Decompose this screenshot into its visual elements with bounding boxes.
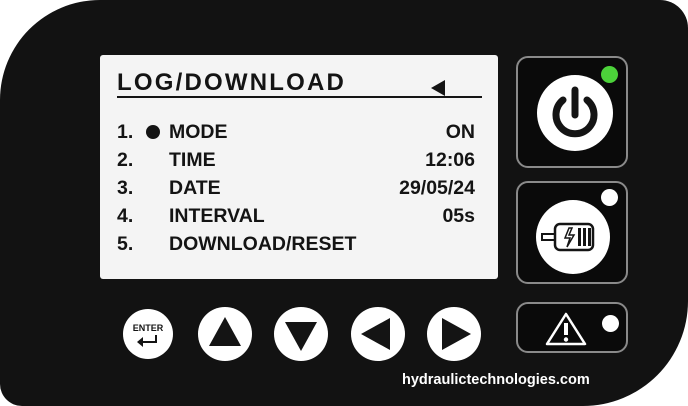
power-icon [552, 86, 598, 138]
menu-item-value: ON [445, 121, 475, 143]
motor-icon [541, 222, 595, 252]
menu-item-label: DATE [169, 177, 221, 199]
menu-item-date[interactable]: 3. DATE 29/05/24 [117, 177, 475, 203]
menu-item-number: 4. [117, 205, 134, 227]
alarm-button[interactable] [516, 302, 628, 353]
menu-item-value: 29/05/24 [399, 177, 475, 199]
control-panel: LOG/DOWNLOAD 1. MODE ON 2. TIME 12:06 3.… [0, 0, 688, 406]
brand-website: hydraulictechnologies.com [402, 372, 590, 388]
menu-item-number: 3. [117, 177, 134, 199]
menu-item-label: INTERVAL [169, 205, 265, 227]
menu-item-mode[interactable]: 1. MODE ON [117, 121, 475, 147]
menu-item-number: 2. [117, 149, 134, 171]
power-button[interactable] [516, 56, 628, 168]
triangle-left-icon [431, 80, 445, 96]
down-button[interactable] [274, 307, 328, 361]
menu-item-label: MODE [169, 121, 228, 143]
arrow-up-icon [209, 317, 241, 346]
menu-item-time[interactable]: 2. TIME 12:06 [117, 149, 475, 175]
right-button[interactable] [427, 307, 481, 361]
alarm-led [602, 315, 619, 332]
menu-item-number: 1. [117, 121, 134, 143]
arrow-down-icon [285, 322, 317, 351]
menu-item-download-reset[interactable]: 5. DOWNLOAD/RESET [117, 233, 475, 259]
menu-item-interval[interactable]: 4. INTERVAL 05s [117, 205, 475, 231]
enter-arrow-icon [137, 335, 157, 347]
menu-item-label: TIME [169, 149, 216, 171]
motor-button[interactable] [516, 181, 628, 284]
selection-bullet-icon [146, 125, 160, 139]
left-button[interactable] [351, 307, 405, 361]
enter-button[interactable]: ENTER [123, 309, 173, 359]
arrow-left-icon [361, 318, 390, 350]
screen-title: LOG/DOWNLOAD [117, 69, 347, 96]
menu-item-number: 5. [117, 233, 134, 255]
title-divider [117, 96, 482, 98]
up-button[interactable] [198, 307, 252, 361]
motor-led [601, 189, 618, 206]
menu-item-value: 12:06 [425, 149, 475, 171]
menu-item-value: 05s [442, 205, 475, 227]
menu-item-label: DOWNLOAD/RESET [169, 233, 357, 255]
power-button-face [537, 75, 613, 151]
power-led [601, 66, 618, 83]
enter-button-label: ENTER [132, 323, 164, 333]
lcd-screen: LOG/DOWNLOAD 1. MODE ON 2. TIME 12:06 3.… [100, 55, 498, 279]
warning-icon [545, 312, 587, 346]
motor-button-face [536, 200, 610, 274]
arrow-right-icon [442, 318, 471, 350]
